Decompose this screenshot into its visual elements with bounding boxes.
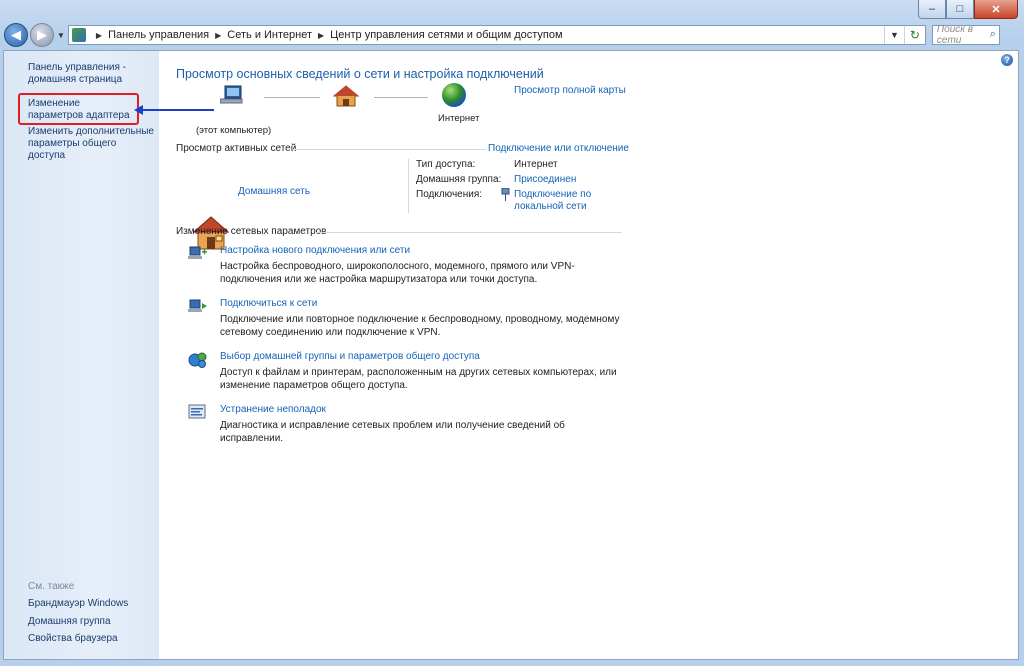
breadcrumb-separator[interactable]: ▶	[215, 31, 221, 40]
page-title: Просмотр основных сведений о сети и наст…	[176, 67, 544, 81]
breadcrumb-separator[interactable]: ▶	[96, 31, 102, 40]
access-type-label: Тип доступа:	[416, 159, 476, 170]
network-map: (этот компьютер) Интернет	[176, 81, 506, 136]
connections-label: Подключения:	[416, 189, 483, 200]
breadcrumb-separator[interactable]: ▶	[318, 31, 324, 40]
navigation-toolbar: ◀ ▶ ▼ ▶ Панель управления ▶ Сеть и Интер…	[4, 22, 1018, 48]
control-panel-icon	[71, 28, 86, 42]
forward-button[interactable]: ▶	[30, 23, 54, 47]
computer-icon	[220, 85, 243, 104]
lan-connection-link-line2[interactable]: локальной сети	[514, 201, 587, 212]
breadcrumb-control-panel[interactable]: Панель управления	[108, 29, 209, 41]
map-link-line	[264, 97, 320, 99]
network-adapter-icon	[501, 188, 510, 201]
sidebar-firewall-link[interactable]: Брандмауэр Windows	[28, 598, 156, 610]
new-connection-description: Настройка беспроводного, широкополосного…	[220, 261, 575, 285]
new-connection-icon	[188, 246, 207, 259]
home-network-icon	[333, 85, 359, 107]
search-icon[interactable]: ⌕	[990, 28, 996, 41]
sidebar-advanced-sharing-link[interactable]: Изменить дополнительные параметры общего…	[28, 126, 156, 162]
homegroup-sharing-link[interactable]: Выбор домашней группы и параметров общег…	[220, 351, 480, 362]
troubleshoot-icon	[188, 404, 206, 419]
troubleshoot-description: Диагностика и исправление сетевых пробле…	[220, 420, 565, 444]
section-divider	[292, 149, 486, 150]
help-icon[interactable]: ?	[1001, 54, 1013, 66]
sidebar-adapter-settings-link[interactable]: Изменение параметров адаптера	[28, 98, 136, 122]
connect-network-icon	[188, 299, 207, 312]
connect-network-description: Подключение или повторное подключение к …	[220, 314, 620, 338]
change-settings-heading: Изменение сетевых параметров	[176, 226, 327, 237]
homegroup-label: Домашняя группа:	[416, 174, 502, 185]
this-computer-label: (этот компьютер)	[196, 125, 272, 136]
sidebar-home-link[interactable]: Панель управления - домашняя страница	[28, 62, 156, 86]
address-dropdown-icon[interactable]: ▼	[883, 26, 904, 44]
back-button[interactable]: ◀	[4, 23, 28, 47]
search-input[interactable]: Поиск в сети ⌕	[931, 24, 1000, 46]
homegroup-status-link[interactable]: Присоединен	[514, 174, 576, 185]
internet-label: Интернет	[438, 113, 480, 124]
connect-network-link[interactable]: Подключиться к сети	[220, 298, 317, 309]
address-bar[interactable]: ▶ Панель управления ▶ Сеть и Интернет ▶ …	[67, 25, 926, 45]
lan-connection-link[interactable]: Подключение по	[514, 189, 591, 200]
access-type-value: Интернет	[514, 159, 558, 170]
close-button[interactable]: ✕	[974, 0, 1018, 19]
see-also-heading: См. также	[28, 581, 75, 592]
sidebar-homegroup-link[interactable]: Домашняя группа	[28, 616, 156, 628]
connect-disconnect-link[interactable]: Подключение или отключение	[488, 143, 629, 154]
minimize-button[interactable]: –	[918, 0, 946, 19]
internet-globe-icon	[442, 83, 466, 107]
window-caption-buttons: – □ ✕	[918, 0, 1018, 19]
map-link-line	[374, 97, 428, 99]
homegroup-sharing-icon	[188, 352, 207, 368]
active-networks-heading: Просмотр активных сетей	[176, 143, 297, 154]
recent-pages-dropdown[interactable]: ▼	[57, 31, 65, 40]
troubleshoot-link[interactable]: Устранение неполадок	[220, 404, 326, 415]
network-sharing-center-window: – □ ✕ ◀ ▶ ▼ ▶ Панель управления ▶ Сеть и…	[0, 0, 1024, 666]
homegroup-sharing-description: Доступ к файлам и принтерам, расположенн…	[220, 367, 617, 391]
new-connection-link[interactable]: Настройка нового подключения или сети	[220, 245, 410, 256]
breadcrumb-network-internet[interactable]: Сеть и Интернет	[227, 29, 312, 41]
view-full-map-link[interactable]: Просмотр полной карты	[514, 85, 626, 96]
address-bar-controls: ▼ ↻	[883, 26, 925, 44]
section-divider	[316, 232, 622, 233]
content-area: Панель управления - домашняя страница Из…	[3, 50, 1019, 660]
sidebar: Панель управления - домашняя страница Из…	[4, 51, 159, 659]
annotation-arrow-head	[134, 105, 143, 115]
sidebar-browser-properties-link[interactable]: Свойства браузера	[28, 633, 156, 645]
vertical-divider	[408, 159, 409, 213]
home-network-link[interactable]: Домашняя сеть	[238, 186, 310, 197]
refresh-icon[interactable]: ↻	[903, 26, 925, 44]
breadcrumb-network-center[interactable]: Центр управления сетями и общим доступом	[330, 29, 562, 41]
maximize-button[interactable]: □	[946, 0, 974, 19]
